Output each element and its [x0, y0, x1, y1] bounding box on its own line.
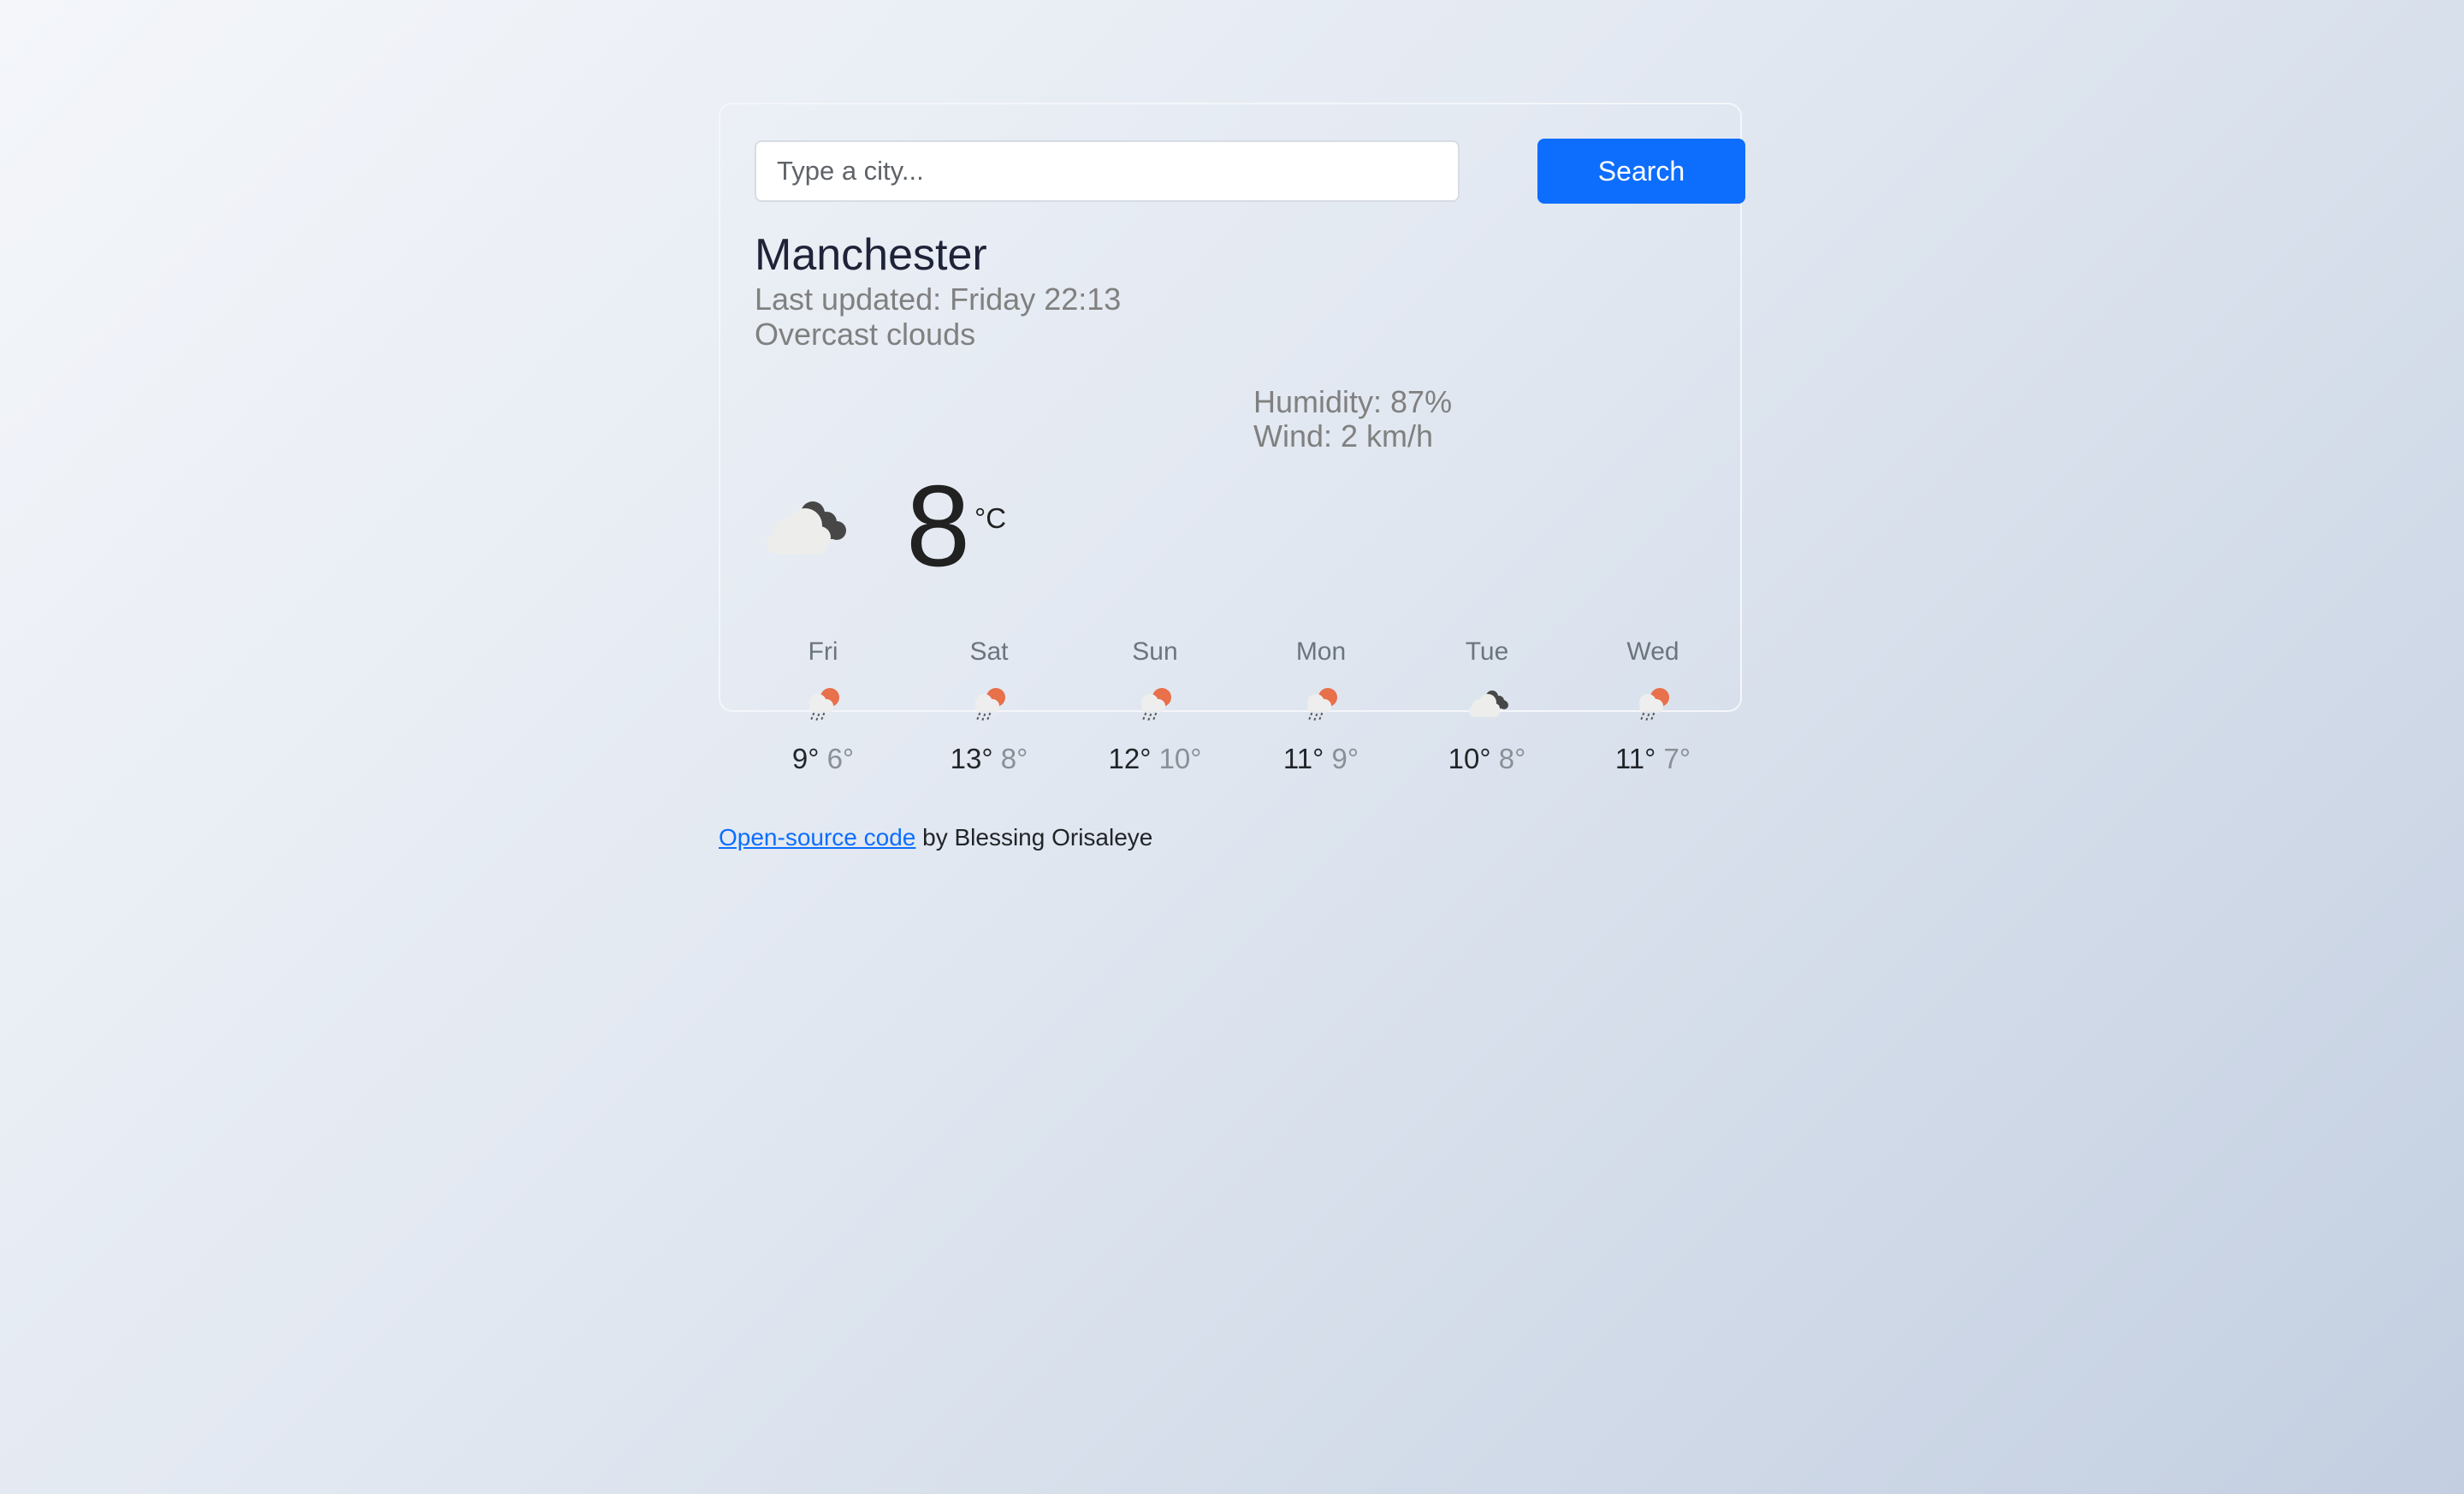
search-button[interactable]: Search [1537, 139, 1745, 204]
sun-rain-icon [809, 688, 839, 721]
forecast-temperatures: 11° 7° [1576, 742, 1730, 776]
forecast-temperatures: 10° 8° [1410, 742, 1564, 776]
forecast-max-temp: 10° [1448, 743, 1491, 774]
forecast-temperatures: 11° 9° [1244, 742, 1398, 776]
forecast-max-temp: 11° [1614, 743, 1656, 774]
forecast-max-temp: 11° [1282, 743, 1324, 774]
search-form: Search [755, 139, 1745, 204]
forecast-day: Mon 11° 9° [1244, 635, 1398, 780]
forecast-min-temp: 10° [1158, 743, 1202, 774]
sun-rain-icon [1307, 688, 1337, 721]
search-input[interactable] [755, 140, 1460, 202]
forecast-min-temp: 6° [826, 743, 855, 774]
forecast-temperatures: 9° 6° [746, 742, 900, 776]
author-credit: by Blessing Orisaleye [915, 824, 1153, 851]
weather-details: Humidity: 87% Wind: 2 km/h [1253, 385, 1452, 454]
weather-card: Search Manchester Last updated: Friday 2… [719, 103, 1745, 774]
forecast-day-name: Wed [1626, 637, 1679, 666]
forecast-day: Sun 12° 10° [1078, 635, 1232, 780]
forecast-day-name: Sun [1132, 637, 1178, 666]
forecast-max-temp: 12° [1108, 743, 1152, 774]
sun-rain-icon [1639, 688, 1669, 721]
forecast-day-name: Sat [969, 637, 1009, 666]
temperature-unit: °C [974, 502, 1007, 534]
footer: Open-source code by Blessing Orisaleye [719, 821, 1152, 855]
sun-rain-icon [975, 688, 1005, 721]
humidity: Humidity: 87% [1253, 384, 1453, 419]
forecast-day: Wed 11° 7° [1576, 635, 1730, 780]
forecast-day: Tue 10° 8° [1410, 635, 1564, 780]
city-name: Manchester [755, 230, 987, 280]
forecast-max-temp: 9° [791, 743, 820, 774]
forecast-day-name: Tue [1465, 637, 1509, 666]
last-updated: Last updated: Friday 22:13 [755, 282, 1122, 317]
forecast-day: Fri 9° 6° [746, 635, 900, 780]
overcast-clouds-icon [767, 501, 846, 554]
forecast-min-temp: 9° [1331, 743, 1359, 774]
forecast-day-name: Fri [808, 637, 838, 666]
overcast-clouds-icon [1469, 691, 1508, 717]
forecast-day: Sat 13° 8° [912, 635, 1066, 780]
sun-rain-icon [1141, 688, 1171, 721]
forecast-min-temp: 8° [1498, 743, 1526, 774]
forecast-day-name: Mon [1295, 637, 1347, 666]
forecast-min-temp: 8° [1000, 743, 1028, 774]
forecast-temperatures: 13° 8° [912, 742, 1066, 776]
forecast-min-temp: 7° [1663, 743, 1691, 774]
weather-description: Overcast clouds [755, 317, 976, 352]
forecast: Fri 9° 6° Sat 13° 8° Sun 12° 10° Mon 11°… [746, 635, 1718, 780]
wind: Wind: 2 km/h [1253, 418, 1434, 454]
current-weather: 8 °C [755, 462, 1011, 592]
source-code-link[interactable]: Open-source code [719, 824, 915, 851]
current-temperature: 8 [906, 461, 971, 590]
forecast-temperatures: 12° 10° [1078, 742, 1232, 776]
forecast-max-temp: 13° [950, 743, 993, 774]
